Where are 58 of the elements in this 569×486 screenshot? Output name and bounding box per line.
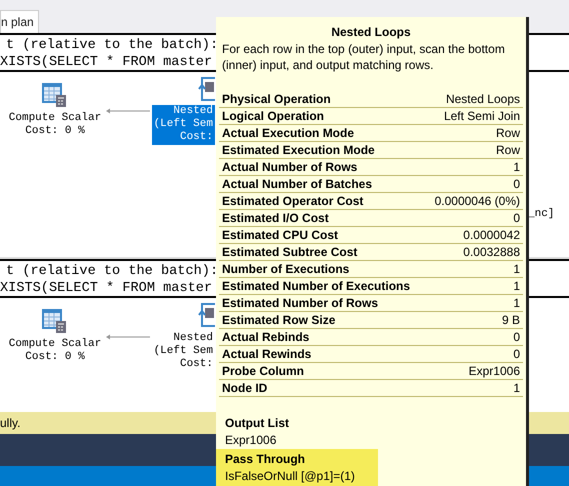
property-name: Node ID — [222, 380, 268, 396]
section-value: Expr1006 — [225, 432, 278, 449]
property-value: 0.0000042 — [463, 227, 520, 243]
calculator-table-icon — [41, 308, 67, 334]
query-text: XISTS(SELECT * FROM master — [0, 54, 212, 71]
query-text: t (relative to the batch): — [6, 37, 218, 54]
property-name: Probe Column — [222, 363, 304, 379]
property-name: Actual Number of Rows — [222, 159, 358, 175]
operator-node[interactable]: Compute Scalar Cost: 0 % — [8, 338, 102, 364]
arrow-line — [106, 334, 150, 340]
property-name: Actual Number of Batches — [222, 176, 372, 192]
section-value: IsFalseOrNull [@p1]=(1) — [225, 468, 356, 485]
arrow-line — [106, 108, 150, 114]
tab[interactable]: n plan — [0, 10, 39, 33]
section-heading: Pass Through — [225, 451, 306, 468]
query-text: t (relative to the batch): — [6, 263, 218, 280]
property-value: Row — [496, 142, 520, 158]
operator-node[interactable]: Nested (Left Sem Cost: — [152, 105, 215, 145]
property-value: 9 B — [502, 312, 520, 328]
loop-icon — [198, 77, 215, 102]
property-name: Estimated Subtree Cost — [222, 244, 358, 260]
property-value: Left Semi Join — [444, 108, 520, 124]
property-name: Estimated CPU Cost — [222, 227, 338, 243]
object-name: _nc] — [528, 208, 554, 221]
section-heading: Output List — [225, 415, 290, 432]
property-value: 0 — [513, 176, 520, 192]
property-name: Number of Executions — [222, 261, 350, 277]
property-value: 0 — [513, 329, 520, 345]
property-name: Actual Execution Mode — [222, 125, 354, 141]
property-name: Logical Operation — [222, 108, 324, 124]
tooltip-description: For each row in the top (outer) input, scan the bottom (inner) input, and output matching rows. — [222, 41, 506, 73]
property-name: Physical Operation — [222, 91, 331, 107]
operator-node[interactable]: Nested (Left Sem Cost: — [152, 332, 215, 372]
property-value: 1 — [513, 159, 520, 175]
property-name: Estimated Execution Mode — [222, 142, 375, 158]
operator-node[interactable]: Compute Scalar Cost: 0 % — [8, 112, 102, 138]
property-value: 1 — [513, 380, 520, 396]
property-name: Estimated Number of Rows — [222, 295, 378, 311]
property-value: 1 — [513, 295, 520, 311]
property-name: Estimated Row Size — [222, 312, 336, 328]
property-value: 0.0000046 (0%) — [434, 193, 520, 209]
property-value: Nested Loops — [446, 91, 520, 107]
property-name: Actual Rewinds — [222, 346, 312, 362]
query-text: XISTS(SELECT * FROM master — [0, 280, 212, 297]
tooltip-title: Nested Loops — [330, 24, 412, 40]
property-name: Estimated Number of Executions — [222, 278, 410, 294]
property-value: 0 — [513, 210, 520, 226]
property-name: Estimated I/O Cost — [222, 210, 329, 226]
property-value: Row — [496, 125, 520, 141]
calculator-table-icon — [41, 82, 67, 108]
property-name: Estimated Operator Cost — [222, 193, 364, 209]
property-value: Expr1006 — [468, 363, 520, 379]
property-value: 1 — [513, 278, 520, 294]
property-value: 1 — [513, 261, 520, 277]
property-value: 0.0032888 — [463, 244, 520, 260]
loop-icon — [198, 303, 215, 328]
property-value: 0 — [513, 346, 520, 362]
property-name: Actual Rebinds — [222, 329, 310, 345]
